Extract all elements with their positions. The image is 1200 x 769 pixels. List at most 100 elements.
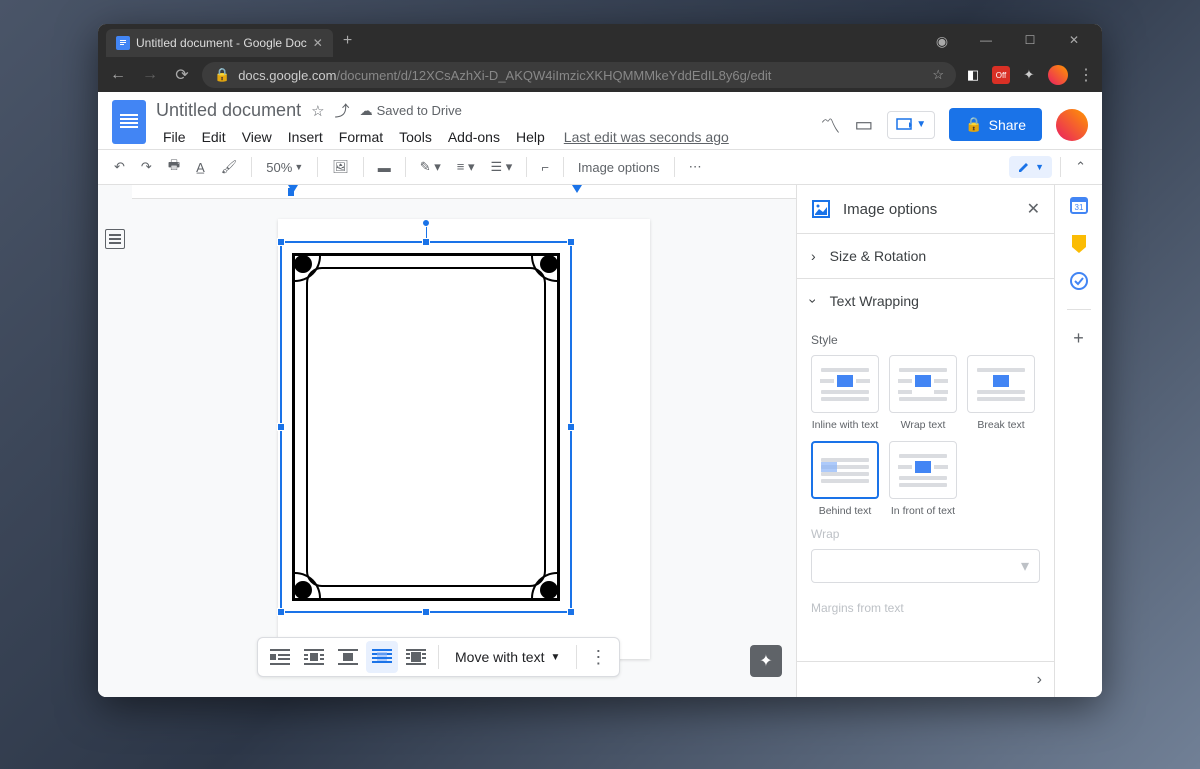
back-button[interactable]: ←	[106, 66, 130, 84]
share-button[interactable]: 🔒Share	[949, 108, 1042, 141]
resize-handle-se[interactable]	[567, 608, 575, 616]
resize-handle-w[interactable]	[277, 423, 285, 431]
extension-icon-2[interactable]: Off	[992, 66, 1010, 84]
resize-handle-n[interactable]	[422, 238, 430, 246]
line-spacing-button[interactable]: ☰ ▾	[485, 155, 519, 179]
browser-tab[interactable]: Untitled document - Google Doc ✕	[106, 29, 333, 57]
style-in-front-of-text[interactable]	[889, 441, 957, 499]
forward-button[interactable]: →	[138, 66, 162, 84]
url-field[interactable]: 🔒 docs.google.com/document/d/12XCsAzhXi-…	[202, 62, 956, 88]
style-wrap-text[interactable]	[889, 355, 957, 413]
sidebar-close-button[interactable]: ✕	[1027, 199, 1040, 219]
print-button[interactable]: 🖶	[162, 152, 186, 182]
border-dash-button[interactable]: ≡ ▾	[451, 155, 481, 179]
extension-icon-1[interactable]: ◧	[964, 66, 982, 84]
resize-handle-sw[interactable]	[277, 608, 285, 616]
wrap-label: Wrap	[811, 527, 1040, 541]
menu-tools[interactable]: Tools	[392, 125, 439, 149]
menu-edit[interactable]: Edit	[195, 125, 233, 149]
url-path: /document/d/12XCsAzhXi-D_AKQW4iImzicXKHQ…	[336, 68, 771, 83]
last-edit-link[interactable]: Last edit was seconds ago	[564, 129, 729, 145]
wrap-dropdown[interactable]: ▾	[811, 549, 1040, 583]
image-options-button[interactable]: Image options	[572, 156, 666, 179]
activity-icon[interactable]: 〽	[820, 110, 840, 139]
crop-button[interactable]: ⌐	[535, 156, 555, 179]
editing-mode-button[interactable]: ▼	[1009, 156, 1052, 178]
document-title[interactable]: Untitled document	[156, 100, 301, 121]
canvas[interactable]: Move with text▼ ⋮ ✦	[132, 185, 796, 697]
reload-button[interactable]: ⟳	[170, 65, 194, 85]
address-bar: ← → ⟳ 🔒 docs.google.com/document/d/12XCs…	[98, 58, 1102, 92]
browser-menu-icon[interactable]: ⋮	[1078, 65, 1094, 85]
resize-handle-nw[interactable]	[277, 238, 285, 246]
wrap-text-button[interactable]	[298, 641, 330, 673]
menu-help[interactable]: Help	[509, 125, 552, 149]
image-options-sidebar: Image options ✕ › Size & Rotation	[796, 185, 1054, 697]
new-tab-button[interactable]: +	[343, 32, 352, 50]
cloud-status[interactable]: ☁Saved to Drive	[360, 103, 462, 119]
style-inline-with-text[interactable]	[811, 355, 879, 413]
redo-button[interactable]: ↷	[135, 155, 158, 179]
section-size-rotation[interactable]: › Size & Rotation	[797, 234, 1054, 278]
image-selection[interactable]	[280, 241, 572, 613]
sidebar-expand-icon[interactable]: ›	[1037, 671, 1042, 689]
style-behind-text[interactable]	[811, 441, 879, 499]
undo-button[interactable]: ↶	[108, 155, 131, 179]
ruler-tab-left[interactable]	[288, 188, 294, 196]
calendar-icon[interactable]: 31	[1069, 195, 1089, 215]
selected-image[interactable]	[286, 247, 566, 607]
ruler-indent-right[interactable]	[572, 185, 582, 193]
document-outline-button[interactable]	[105, 229, 125, 249]
resize-handle-e[interactable]	[567, 423, 575, 431]
browser-titlebar: Untitled document - Google Doc ✕ + ◉ — ☐…	[98, 24, 1102, 58]
toolbar: ↶ ↷ 🖶 A̲ 🖌 50% ▼ 🖼 ▬ ✎ ▾ ≡ ▾ ☰ ▾ ⌐ Image…	[98, 149, 1102, 185]
user-avatar[interactable]	[1056, 109, 1088, 141]
comments-icon[interactable]: ▭	[854, 112, 873, 137]
add-addon-icon[interactable]: +	[1069, 328, 1089, 348]
wrap-inline-button[interactable]	[264, 641, 296, 673]
menu-format[interactable]: Format	[332, 125, 390, 149]
left-gutter	[98, 185, 132, 697]
wrap-behind-button[interactable]	[366, 641, 398, 673]
wrap-break-button[interactable]	[332, 641, 364, 673]
border-weight-button[interactable]: ✎ ▾	[414, 155, 447, 179]
extensions-menu-icon[interactable]: ✦	[1020, 66, 1038, 84]
paint-format-button[interactable]: 🖌	[215, 155, 244, 179]
style-break-text[interactable]	[967, 355, 1035, 413]
browser-profile-avatar[interactable]	[1048, 65, 1068, 85]
menu-file[interactable]: File	[156, 125, 193, 149]
present-button[interactable]: ▼	[887, 111, 935, 139]
minimize-button[interactable]: —	[974, 33, 998, 50]
bookmark-star-icon[interactable]: ☆	[932, 67, 944, 83]
tasks-icon[interactable]	[1069, 271, 1089, 291]
spellcheck-button[interactable]: A̲	[190, 156, 211, 179]
svg-text:31: 31	[1074, 203, 1083, 212]
chevron-right-icon: ›	[811, 248, 816, 264]
resize-handle-s[interactable]	[422, 608, 430, 616]
horizontal-ruler[interactable]	[132, 185, 796, 199]
replace-image-button[interactable]: 🖼	[326, 155, 355, 179]
rotate-handle[interactable]	[422, 219, 430, 227]
more-toolbar-button[interactable]: ⋯	[683, 155, 708, 179]
menu-view[interactable]: View	[235, 125, 279, 149]
menu-insert[interactable]: Insert	[281, 125, 330, 149]
close-window-button[interactable]: ✕	[1062, 33, 1086, 50]
menu-addons[interactable]: Add-ons	[441, 125, 507, 149]
section-text-wrapping[interactable]: › Text Wrapping	[797, 279, 1054, 323]
tab-close-icon[interactable]: ✕	[313, 36, 323, 50]
move-icon[interactable]: ⤴	[335, 100, 350, 121]
float-toolbar-more[interactable]: ⋮	[583, 647, 613, 668]
position-dropdown[interactable]: Move with text▼	[445, 649, 570, 665]
image-float-toolbar: Move with text▼ ⋮	[257, 637, 620, 677]
docs-logo[interactable]	[112, 100, 146, 144]
maximize-button[interactable]: ☐	[1018, 33, 1042, 50]
incognito-icon[interactable]: ◉	[930, 33, 954, 50]
zoom-dropdown[interactable]: 50% ▼	[260, 156, 309, 179]
collapse-toolbar-button[interactable]: ⌃	[1069, 155, 1092, 179]
keep-icon[interactable]	[1069, 233, 1089, 253]
resize-handle-ne[interactable]	[567, 238, 575, 246]
wrap-infront-button[interactable]	[400, 641, 432, 673]
border-color-button[interactable]: ▬	[372, 156, 397, 179]
explore-button[interactable]: ✦	[750, 645, 782, 677]
star-icon[interactable]: ☆	[311, 102, 324, 120]
